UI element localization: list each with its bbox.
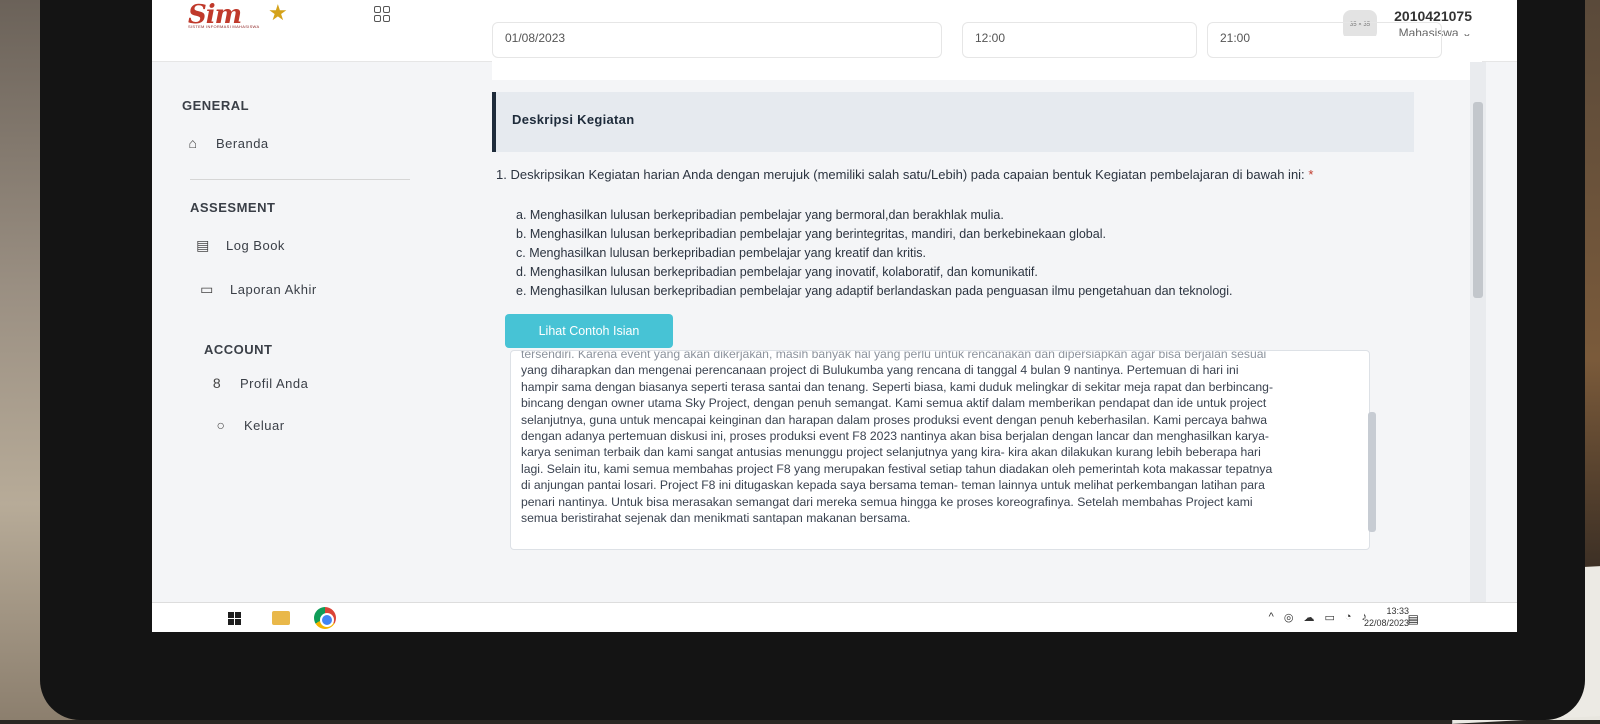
- logout-icon: ○: [216, 417, 226, 433]
- date-time-row: 01/08/2023 12:00 21:00: [492, 22, 1482, 80]
- chrome-icon[interactable]: [314, 607, 336, 629]
- textarea-line: hampir sama dengan biasanya seperti tera…: [521, 379, 1274, 394]
- end-time-field[interactable]: 21:00: [1207, 22, 1442, 58]
- sidebar-item-label: Beranda: [216, 135, 269, 151]
- taskbar: ^ ◎ ☁ ▭ ◔ ♪ 13:33 22/08/2023 ▤: [152, 602, 1517, 632]
- monitor-bezel: Sim ★ SISTEM INFORMASI MAHASISWA 35 × 35…: [40, 0, 1585, 720]
- app-logo[interactable]: Sim ★ SISTEM INFORMASI MAHASISWA: [188, 0, 306, 30]
- security-icon[interactable]: ◎: [1284, 611, 1294, 624]
- date-value: 01/08/2023: [505, 31, 566, 45]
- section-header: Deskripsi Kegiatan: [492, 92, 1414, 152]
- system-tray: ^ ◎ ☁ ▭ ◔ ♪: [1269, 611, 1367, 624]
- textarea-scroll-thumb[interactable]: [1368, 412, 1376, 532]
- clock[interactable]: 13:33 22/08/2023: [1364, 605, 1409, 629]
- user-icon: 8: [212, 375, 222, 391]
- section-title: Deskripsi Kegiatan: [512, 112, 635, 127]
- notification-icon[interactable]: ▤: [1408, 612, 1419, 626]
- clock-time: 13:33: [1386, 606, 1409, 616]
- sidebar-item-profil[interactable]: 8 Profil Anda: [208, 374, 308, 392]
- archive-icon: ▭: [200, 280, 214, 297]
- option-list: a. Menghasilkan lulusan berkepribadian p…: [516, 206, 1416, 301]
- textarea-line: tersendiri. Karena event yang akan diker…: [521, 350, 1267, 361]
- screen: Sim ★ SISTEM INFORMASI MAHASISWA 35 × 35…: [152, 0, 1517, 632]
- logo-star-icon: ★: [268, 0, 288, 25]
- textarea-line: dengan adanya pertemuan diskusi ini, pro…: [521, 429, 1269, 444]
- sidebar-item-label: Laporan Akhir: [230, 281, 317, 297]
- sidebar-divider: [190, 179, 410, 180]
- battery-icon[interactable]: ▭: [1324, 611, 1334, 624]
- windows-start-icon[interactable]: [228, 612, 241, 625]
- textarea-line: bincang dengan owner utama Sky Project, …: [521, 396, 1267, 411]
- textarea-line: yang diharapkan dan mengenai perencanaan…: [521, 363, 1239, 378]
- chevron-up-icon[interactable]: ^: [1269, 611, 1274, 624]
- textarea-line: karya seniman terbaik dan kami sangat an…: [521, 445, 1261, 460]
- page-scrollbar[interactable]: [1470, 62, 1486, 602]
- clock-date: 22/08/2023: [1363, 618, 1409, 628]
- question-label: 1. Deskripsikan Kegiatan harian Anda den…: [496, 167, 1305, 182]
- textarea-line: penari nantinya. Untuk bisa merasakan se…: [521, 494, 1253, 509]
- list-item: d. Menghasilkan lulusan berkepribadian p…: [516, 265, 1038, 279]
- textarea-line: lagi. Selain itu, kami semua membahas pr…: [521, 461, 1273, 476]
- question-text: 1. Deskripsikan Kegiatan harian Anda den…: [496, 166, 1411, 184]
- date-field[interactable]: 01/08/2023: [492, 22, 942, 58]
- end-time-value: 21:00: [1220, 31, 1251, 45]
- sidebar: GENERAL ⌂ Beranda ASSESMENT ▤ Log Book ▭…: [152, 62, 444, 602]
- cloud-icon[interactable]: ☁: [1303, 611, 1314, 624]
- menu-grid-icon[interactable]: [374, 6, 390, 22]
- section-general: GENERAL: [182, 98, 250, 113]
- sidebar-item-keluar[interactable]: ○ Keluar: [212, 416, 285, 434]
- list-item: a. Menghasilkan lulusan berkepribadian p…: [516, 208, 1004, 222]
- start-time-value: 12:00: [975, 31, 1006, 45]
- required-mark: *: [1308, 167, 1314, 182]
- file-explorer-icon[interactable]: [272, 611, 290, 625]
- list-item: b. Menghasilkan lulusan berkepribadian p…: [516, 227, 1106, 241]
- sidebar-item-beranda[interactable]: ⌂ Beranda: [184, 134, 269, 152]
- page-scroll-thumb[interactable]: [1473, 102, 1483, 298]
- sidebar-item-label: Log Book: [226, 237, 285, 253]
- start-time-field[interactable]: 12:00: [962, 22, 1197, 58]
- logbook-icon: ▤: [196, 236, 210, 253]
- section-account: ACCOUNT: [204, 342, 273, 357]
- textarea-line: selanjutnya, guna untuk mencapai keingin…: [521, 412, 1267, 427]
- list-item: e. Menghasilkan lulusan berkepribadian p…: [516, 284, 1233, 298]
- textarea-line: semua beristirahat sejenak dan menikmati…: [521, 511, 911, 526]
- wifi-icon[interactable]: ◔: [1345, 611, 1352, 624]
- list-item: c. Menghasilkan lulusan berkepribadian p…: [516, 246, 926, 260]
- home-icon: ⌂: [188, 135, 198, 151]
- section-assesment: ASSESMENT: [190, 200, 276, 215]
- sidebar-item-label: Profil Anda: [240, 375, 309, 391]
- description-textarea[interactable]: tersendiri. Karena event yang akan diker…: [510, 350, 1370, 550]
- textarea-scrollbar[interactable]: [1364, 350, 1378, 550]
- sidebar-item-laporan[interactable]: ▭ Laporan Akhir: [198, 280, 317, 298]
- textarea-line: di anjungan pantai losari. Project F8 in…: [521, 478, 1265, 493]
- logo-tagline: SISTEM INFORMASI MAHASISWA: [188, 24, 260, 29]
- main-content: Deskripsi Kegiatan 1. Deskripsikan Kegia…: [492, 92, 1417, 602]
- sidebar-item-label: Keluar: [244, 417, 285, 433]
- sidebar-item-logbook[interactable]: ▤ Log Book: [194, 236, 285, 254]
- example-button[interactable]: Lihat Contoh Isian: [505, 314, 673, 348]
